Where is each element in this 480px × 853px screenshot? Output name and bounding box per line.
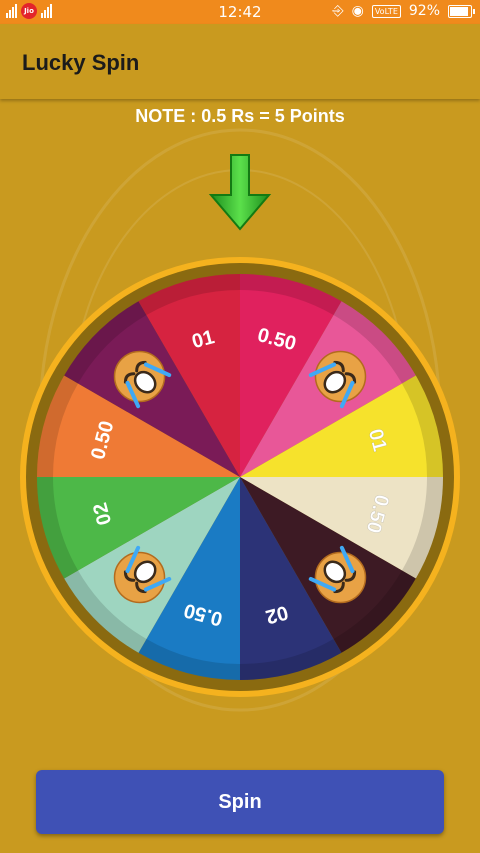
status-bar: Jio 12:42 ⎆ ◉ VoLTE 92% — [0, 0, 480, 24]
pointer-arrow-icon — [208, 154, 272, 231]
page-title: Lucky Spin — [22, 50, 140, 75]
volte-badge: VoLTE — [371, 4, 401, 18]
spin-button[interactable]: Spin — [36, 770, 444, 834]
points-note: NOTE : 0.5 Rs = 5 Points — [135, 106, 345, 126]
alarm-icon: ⎆ — [332, 3, 344, 19]
eye-icon: ◉ — [351, 3, 364, 19]
battery-icon — [448, 4, 475, 18]
app-bar: Lucky Spin — [0, 24, 480, 99]
status-right: ⎆ ◉ VoLTE 92% — [332, 3, 475, 19]
lucky-wheel[interactable]: 0.50010.50020.50020.5001 — [15, 252, 465, 702]
battery-percent: 92% — [408, 3, 440, 19]
